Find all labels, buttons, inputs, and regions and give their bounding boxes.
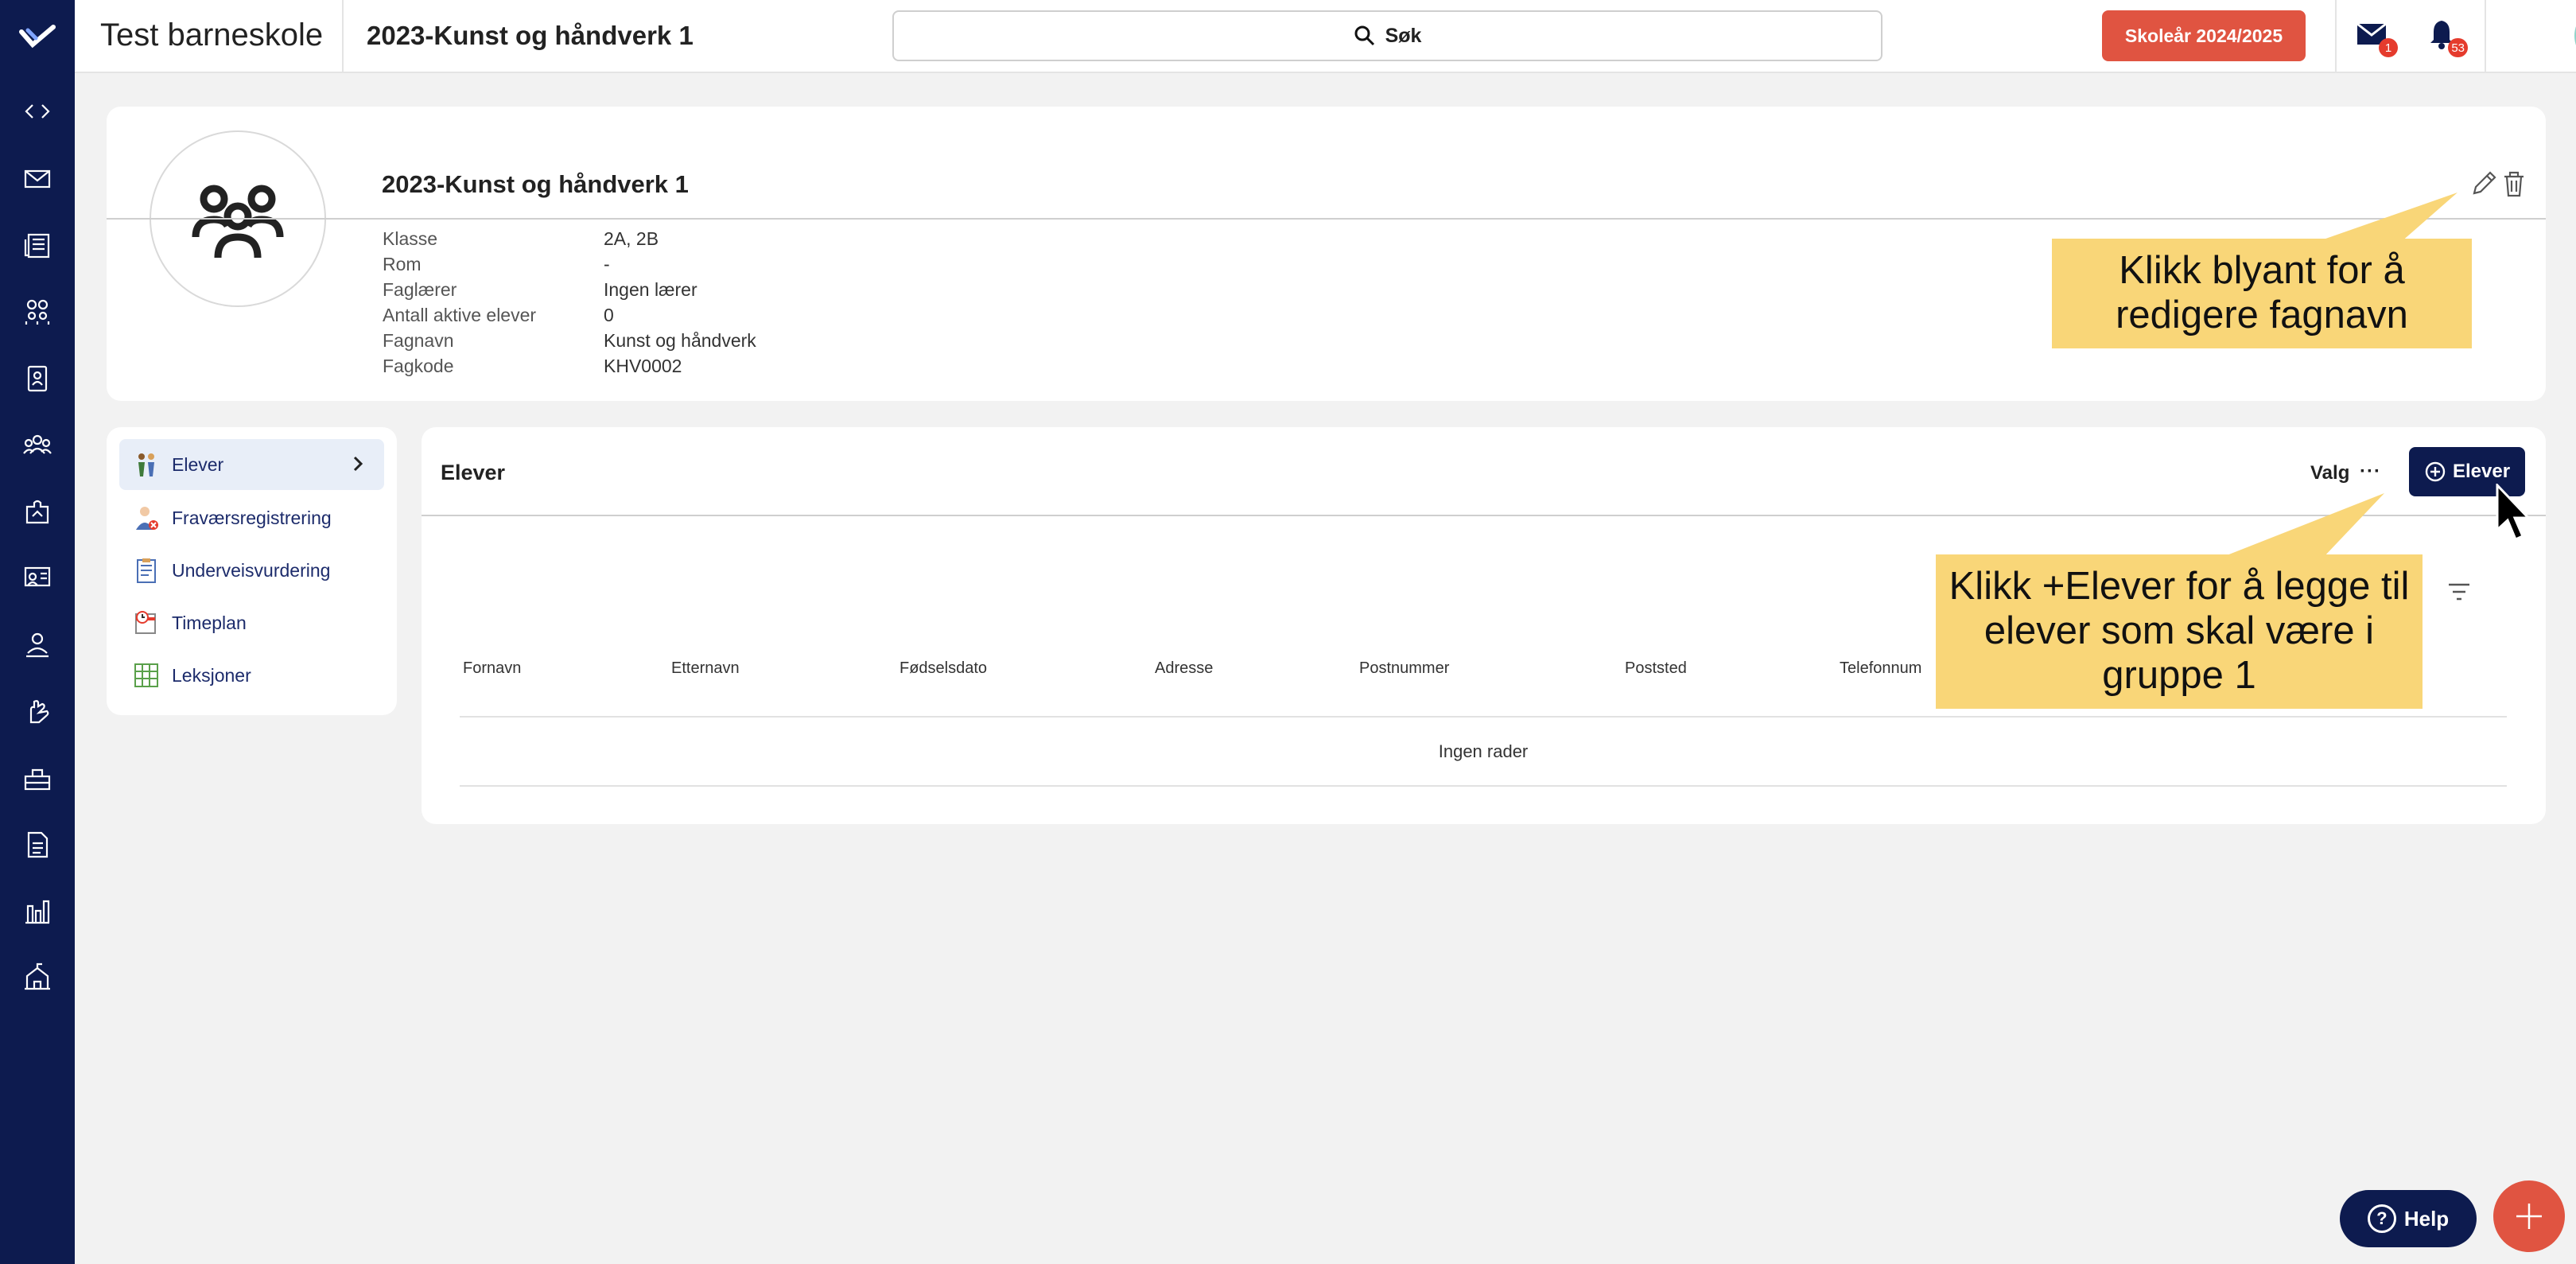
info-value: -	[604, 253, 610, 274]
notifications-button[interactable]: 53	[2425, 18, 2468, 57]
add-students-label: Elever	[2452, 461, 2511, 482]
info-label: Klasse	[383, 228, 438, 249]
empty-table-message: Ingen rader	[1438, 741, 1529, 761]
id-card-icon[interactable]	[20, 361, 55, 396]
plus-icon	[2516, 1204, 2542, 1229]
logo-icon[interactable]	[18, 21, 56, 53]
mail-icon[interactable]	[20, 161, 55, 196]
code-icon[interactable]	[20, 94, 55, 129]
info-row-faglaerer: Faglærer Ingen lærer	[383, 277, 756, 302]
menu-item-label: Underveisvurdering	[172, 559, 331, 581]
lessons-icon	[132, 661, 161, 690]
divider	[2335, 0, 2337, 73]
notifications-badge: 53	[2448, 38, 2468, 57]
column-header[interactable]: Postnummer	[1359, 659, 1449, 678]
sidebar	[0, 0, 75, 1264]
column-header[interactable]: Etternavn	[671, 659, 740, 678]
school-year-button[interactable]: Skoleår 2024/2025	[2102, 10, 2306, 61]
messages-button[interactable]: 1	[2355, 18, 2398, 57]
add-hint-callout: Klikk +Elever for å legge til elever som…	[1936, 554, 2423, 709]
page-title: 2023-Kunst og håndverk 1	[367, 21, 694, 50]
info-label: Fagkode	[383, 355, 454, 376]
search-label: Søk	[1385, 24, 1422, 47]
divider	[460, 716, 2507, 718]
menu-item-fravaer[interactable]: Fraværsregistrering	[119, 492, 384, 543]
classroom-icon[interactable]	[20, 561, 55, 596]
assessment-icon	[132, 556, 161, 585]
info-label: Antall aktive elever	[383, 304, 537, 325]
more-options-icon[interactable]: ···	[2360, 461, 2381, 483]
news-icon[interactable]	[20, 228, 55, 263]
info-value: KHV0002	[604, 355, 682, 376]
absence-icon	[132, 504, 161, 532]
chart-icon[interactable]	[20, 893, 55, 928]
top-bar: Test barneskole 2023-Kunst og håndverk 1…	[75, 0, 2576, 73]
school-icon[interactable]	[20, 960, 55, 995]
menu-item-label: Elever	[172, 453, 224, 475]
menu-item-underveisvurdering[interactable]: Underveisvurdering	[119, 545, 384, 596]
edit-pencil-icon[interactable]	[2469, 169, 2498, 198]
info-list: Klasse 2A, 2B Rom - Faglærer Ingen lærer An…	[383, 226, 756, 379]
info-row-fagnavn: Fagnavn Kunst og håndverk	[383, 328, 756, 353]
add-fab-button[interactable]	[2493, 1180, 2565, 1252]
menu-item-label: Leksjoner	[172, 664, 251, 686]
divider	[2485, 0, 2486, 73]
search-input[interactable]: Søk	[892, 10, 1882, 61]
help-label: Help	[2403, 1206, 2450, 1231]
groups-icon[interactable]	[20, 294, 55, 329]
menu-item-label: Timeplan	[172, 612, 247, 633]
plus-circle-icon	[2425, 461, 2446, 482]
panel-title: Elever	[441, 461, 506, 484]
column-header[interactable]: Adresse	[1155, 659, 1213, 678]
school-name[interactable]: Test barneskole	[100, 18, 323, 53]
subject-title: 2023-Kunst og håndverk 1	[382, 170, 689, 198]
mouse-cursor-icon	[2496, 484, 2531, 541]
menu-item-elever[interactable]: Elever	[119, 439, 384, 490]
column-header[interactable]: Fødselsdato	[899, 659, 987, 678]
edit-hint-callout: Klikk blyant for å redigere fagnavn	[2052, 239, 2472, 348]
people-icon[interactable]	[20, 428, 55, 463]
menu-item-timeplan[interactable]: Timeplan	[119, 597, 384, 648]
menu-item-label: Fraværsregistrering	[172, 507, 332, 528]
info-label: Fagnavn	[383, 329, 454, 351]
options-button[interactable]: Valg	[2310, 462, 2349, 484]
info-row-klasse: Klasse 2A, 2B	[383, 226, 756, 251]
column-header[interactable]: Fornavn	[463, 659, 521, 678]
info-value: Ingen lærer	[604, 278, 697, 300]
info-row-antall: Antall aktive elever 0	[383, 302, 756, 328]
document-icon[interactable]	[20, 827, 55, 862]
info-value: 2A, 2B	[604, 228, 659, 249]
divider	[460, 785, 2507, 787]
desk-icon[interactable]	[20, 760, 55, 795]
help-button[interactable]: ? Help	[2340, 1190, 2477, 1247]
info-value: 0	[604, 304, 614, 325]
column-header[interactable]: Telefonnum	[1840, 659, 1921, 678]
filter-icon[interactable]	[2446, 580, 2473, 604]
search-icon	[1354, 25, 1374, 46]
info-row-rom: Rom -	[383, 251, 756, 277]
divider	[342, 0, 344, 73]
column-header[interactable]: Poststed	[1625, 659, 1687, 678]
teacher-icon[interactable]	[20, 628, 55, 663]
chevron-right-icon	[353, 456, 363, 472]
students-icon	[132, 450, 161, 479]
menu-item-leksjoner[interactable]: Leksjoner	[119, 650, 384, 701]
divider	[107, 218, 2546, 220]
messages-badge: 1	[2379, 38, 2398, 57]
info-value: Kunst og håndverk	[604, 329, 756, 351]
callout-pointer	[2219, 493, 2384, 558]
info-row-fagkode: Fagkode KHV0002	[383, 353, 756, 379]
question-icon: ?	[2367, 1204, 2396, 1233]
timetable-icon	[132, 609, 161, 637]
info-label: Faglærer	[383, 278, 457, 300]
side-menu: Elever Fraværsregistrering Underveisvurd…	[107, 427, 397, 715]
info-label: Rom	[383, 253, 422, 274]
hand-icon[interactable]	[20, 694, 55, 729]
trash-icon[interactable]	[2500, 169, 2527, 198]
puzzle-icon[interactable]	[20, 494, 55, 529]
